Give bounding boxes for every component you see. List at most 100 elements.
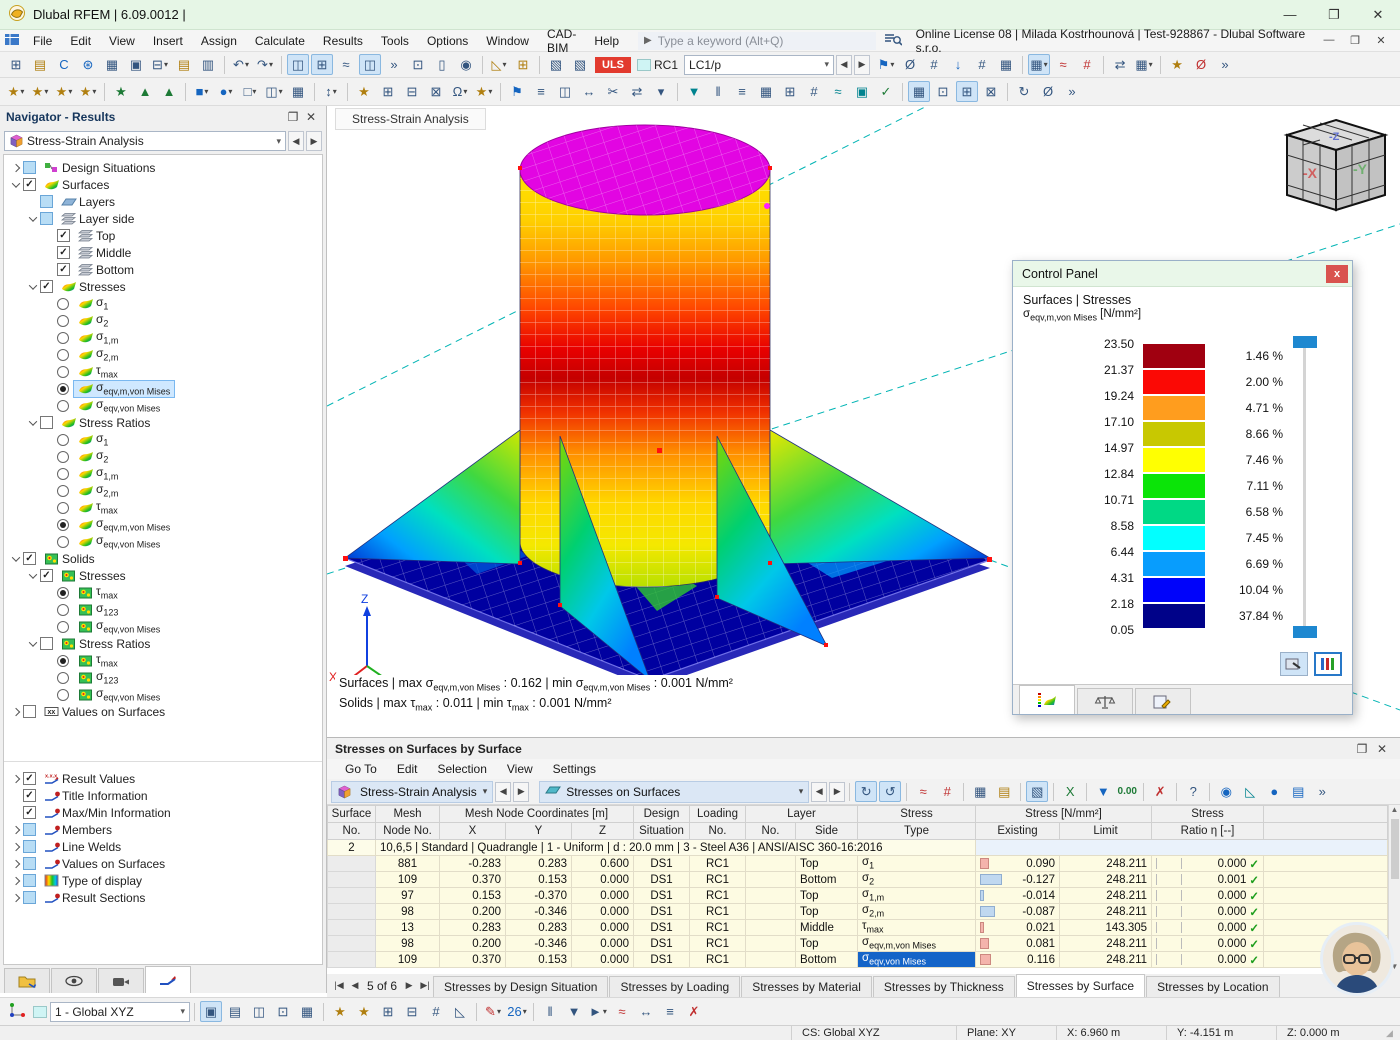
stress-type-cell[interactable]: σ1 — [857, 855, 976, 872]
column-manager[interactable]: ▤ — [993, 781, 1015, 802]
new-node[interactable]: ★ ▾ — [5, 81, 27, 102]
result-values-table[interactable]: # — [936, 781, 958, 802]
radio-off[interactable] — [57, 365, 69, 378]
maximize-button[interactable]: ❐ — [1312, 0, 1356, 29]
navigator-prev[interactable]: ◀ — [288, 131, 304, 151]
checkbox-p[interactable] — [23, 823, 36, 836]
table-row[interactable]: 13 0.283 0.283 0.000 DS1 RC1 Middle τmax 0.021 14… — [327, 919, 1388, 936]
menu-insert[interactable]: Insert — [144, 30, 192, 52]
y-cell[interactable]: -0.346 — [505, 903, 572, 920]
checkbox-p[interactable] — [40, 195, 53, 208]
checkbox-c[interactable]: ✓ — [57, 246, 70, 259]
rotate-view[interactable]: ↻ — [1013, 81, 1035, 102]
tree-item-max[interactable]: τmax — [4, 363, 322, 380]
radio-off[interactable] — [57, 314, 69, 327]
existing-cell[interactable]: -0.087 — [975, 903, 1060, 920]
navigation-cube[interactable]: -X -Y -Z — [1283, 118, 1389, 212]
print-table[interactable]: ▤ — [1287, 781, 1309, 802]
new-support[interactable]: ★ — [110, 81, 132, 102]
scale-color-band[interactable] — [1143, 474, 1205, 500]
checkbox-c[interactable]: ✓ — [40, 280, 53, 293]
navigator-float-button[interactable]: ❐ — [284, 110, 302, 124]
table-tab-stresses-by-thickness[interactable]: Stresses by Thickness — [872, 976, 1015, 997]
control-panel-header[interactable]: Control Panel x — [1013, 261, 1352, 287]
col-header[interactable]: No. — [689, 822, 746, 840]
node-cell[interactable]: 109 — [375, 951, 440, 968]
ortho-toggle[interactable]: ⊟ — [401, 1001, 423, 1022]
save[interactable]: ▣ — [125, 54, 147, 75]
expand-chevron-icon[interactable] — [8, 774, 23, 783]
tree-item-values-on-surfaces[interactable]: xx Values on Surfaces — [4, 703, 322, 720]
checkbox-u[interactable] — [23, 705, 36, 718]
tree-item-surfaces[interactable]: ✓ Surfaces — [4, 176, 322, 193]
limit-cell[interactable]: 248.211 — [1058, 903, 1153, 920]
table-row[interactable]: 109 0.370 0.153 0.000 DS1 RC1 Bottom σeqv,von M… — [327, 951, 1388, 968]
view-y[interactable]: ◫ — [248, 1001, 270, 1022]
design-situation-cell[interactable]: DS1 — [633, 951, 690, 968]
design-situation-cell[interactable]: DS1 — [633, 871, 690, 888]
table-close-button[interactable]: ✕ — [1372, 742, 1392, 756]
ratio-cell[interactable]: 0.001 ✓ — [1151, 871, 1265, 888]
copy-arrange-1[interactable]: ▧ — [545, 54, 567, 75]
design-situation-cell[interactable]: DS1 — [633, 919, 690, 936]
tree-item-title-information[interactable]: ✓ Title Information — [4, 787, 322, 804]
new-load[interactable]: ★ — [353, 81, 375, 102]
radio-on[interactable] — [57, 586, 69, 599]
table-row[interactable]: 97 0.153 -0.370 0.000 DS1 RC1 Top σ1,m -0.014 248… — [327, 887, 1388, 904]
layer-no-cell[interactable] — [745, 871, 796, 888]
section-planes[interactable]: ‖ — [539, 1001, 561, 1022]
node-cell[interactable]: 881 — [375, 855, 440, 872]
menu-assign[interactable]: Assign — [192, 30, 246, 52]
axes-icon[interactable] — [8, 1002, 26, 1021]
tree-item-eqv-m-von-mises[interactable]: σeqv,m,von Mises — [4, 379, 322, 398]
y-cell[interactable]: 0.153 — [505, 871, 572, 888]
viewport-tab[interactable]: Stress-Strain Analysis — [335, 108, 486, 130]
table-menu-selection[interactable]: Selection — [428, 762, 497, 776]
col-header[interactable]: Ratio η [--] — [1151, 822, 1265, 840]
radio-off[interactable] — [57, 467, 69, 480]
more-toolbar1[interactable]: » — [1214, 54, 1236, 75]
table-tab-stresses-by-design-situation[interactable]: Stresses by Design Situation — [433, 976, 609, 997]
scale-color-band[interactable] — [1143, 396, 1205, 422]
radio-off[interactable] — [57, 433, 69, 446]
view-x[interactable]: ▤ — [224, 1001, 246, 1022]
loading-cell[interactable]: RC1 — [689, 951, 746, 968]
radio-on[interactable] — [57, 382, 69, 395]
open-model[interactable]: ▤ — [29, 54, 51, 75]
table-row[interactable]: 881 -0.283 0.283 0.600 DS1 RC1 Top σ1 0.090 248.2… — [327, 855, 1388, 872]
stress-type-cell[interactable]: τmax — [857, 919, 976, 936]
tree-item-values-on-surfaces[interactable]: Values on Surfaces — [4, 855, 322, 872]
radio-off[interactable] — [57, 501, 69, 514]
layer-side-cell[interactable]: Middle — [795, 919, 858, 936]
grid-a[interactable]: ▦ — [908, 81, 930, 102]
surface-no-cell[interactable] — [327, 935, 376, 952]
tables-toggle[interactable]: ⊞ — [311, 54, 333, 75]
col-header[interactable]: Stress [N/mm²] — [974, 805, 1153, 823]
surface-no-cell[interactable] — [327, 919, 376, 936]
y-cell[interactable]: 0.283 — [505, 855, 572, 872]
radio-off[interactable] — [57, 688, 69, 701]
load-combination[interactable]: ⊟ — [401, 81, 423, 102]
layer-side-cell[interactable]: Top — [795, 903, 858, 920]
grid-c[interactable]: ⊞ — [956, 81, 978, 102]
tree-item-1-m[interactable]: σ1,m — [4, 465, 322, 482]
new-block[interactable]: ▦ — [287, 81, 309, 102]
scale-color-band[interactable] — [1143, 526, 1205, 552]
zoom-extent[interactable]: Ø — [1037, 81, 1059, 102]
ratio-cell[interactable]: 0.000 ✓ — [1151, 935, 1265, 952]
tree-item-eqv-von-mises[interactable]: σeqv,von Mises — [4, 533, 322, 550]
ratio-cell[interactable]: 0.000 ✓ — [1151, 855, 1265, 872]
snap-grid[interactable]: ★ — [353, 1001, 375, 1022]
filler-cell[interactable] — [1263, 903, 1388, 920]
scale-color-band[interactable] — [1143, 448, 1205, 474]
result-diagram-table[interactable]: ≈ — [912, 781, 934, 802]
radio-off[interactable] — [57, 450, 69, 463]
surface-no-cell[interactable] — [327, 871, 376, 888]
tree-item-middle[interactable]: ✓ Middle — [4, 244, 322, 261]
col-header[interactable]: Type — [857, 822, 976, 840]
scale-color-band[interactable] — [1143, 500, 1205, 526]
z-cell[interactable]: 0.000 — [571, 951, 634, 968]
isosurfaces[interactable]: ▣ — [851, 81, 873, 102]
move-rotate-view[interactable]: ★ — [1166, 54, 1188, 75]
animate[interactable]: ► ▾ — [587, 1001, 609, 1022]
